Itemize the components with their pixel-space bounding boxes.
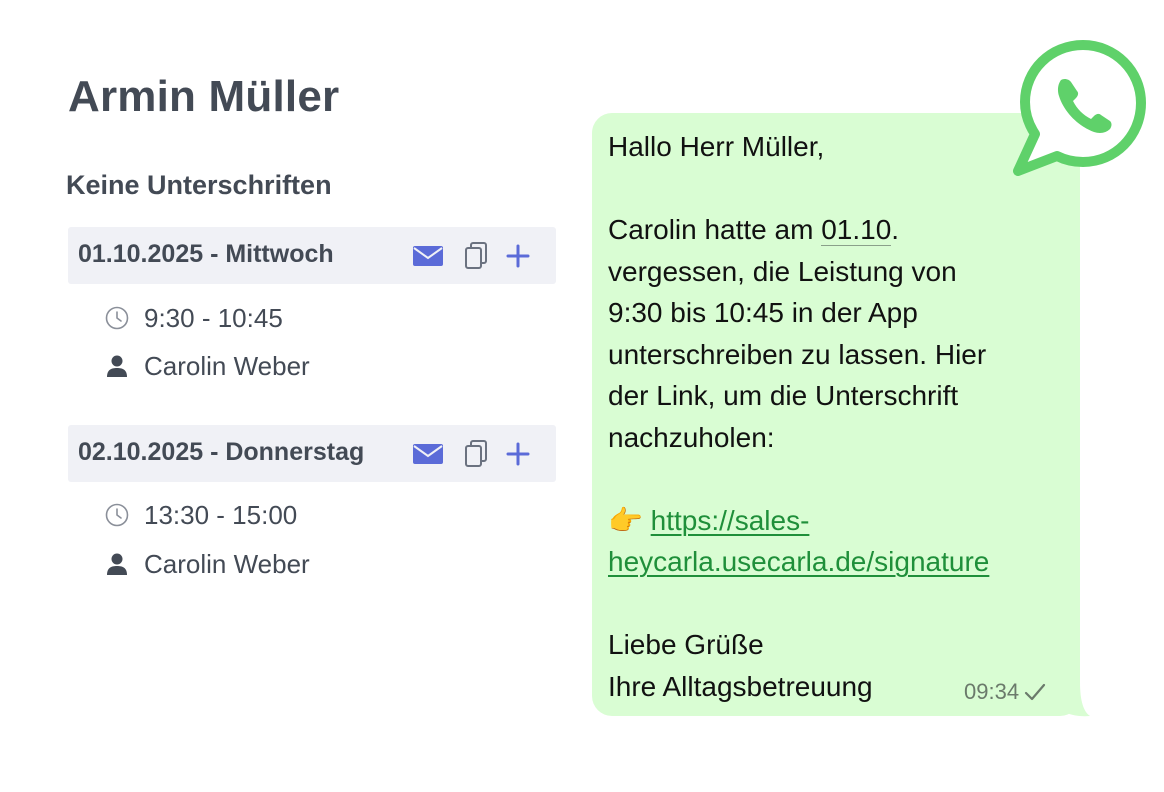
day-title: 01.10.2025 - Mittwoch bbox=[78, 240, 334, 268]
message-timestamp: 09:34 bbox=[964, 679, 1046, 705]
signature-status: Keine Unterschriften bbox=[66, 170, 332, 200]
message-line: der Link, um die Unterschrift bbox=[608, 380, 959, 411]
caregiver-row: Carolin Weber bbox=[104, 351, 310, 381]
mail-icon[interactable] bbox=[410, 425, 446, 482]
copy-icon[interactable] bbox=[458, 425, 494, 482]
message-line: 9:30 bis 10:45 in der App bbox=[608, 297, 918, 328]
appointment-time-row: 13:30 - 15:00 bbox=[104, 500, 297, 530]
message-line: vergessen, die Leistung von bbox=[608, 255, 957, 287]
caregiver-name: Carolin Weber bbox=[144, 350, 310, 381]
message-line: unterschreiben zu lassen. Hier bbox=[608, 338, 987, 370]
signature-link[interactable]: https://sales- bbox=[651, 505, 810, 536]
plus-icon[interactable] bbox=[500, 227, 536, 284]
message-link-line: heycarla.usecarla.de/signature bbox=[608, 541, 1068, 583]
whatsapp-icon bbox=[1013, 40, 1146, 176]
message-link-line: 👉 https://sales- bbox=[608, 500, 1068, 542]
plus-icon[interactable] bbox=[500, 425, 536, 482]
mail-icon[interactable] bbox=[410, 227, 446, 284]
message-greeting: Hallo Herr Müller, bbox=[608, 131, 825, 162]
appointment-time: 13:30 - 15:00 bbox=[144, 499, 298, 530]
caregiver-row: Carolin Weber bbox=[104, 549, 310, 579]
signature-link-continued[interactable]: heycarla.usecarla.de/signature bbox=[608, 546, 989, 577]
pointing-hand-icon: 👉 bbox=[608, 504, 643, 536]
signature-panel: Armin Müller Keine Unterschriften 01.10.… bbox=[0, 0, 580, 792]
message-text: Hallo Herr Müller, Carolin hatte am 01.1… bbox=[608, 126, 1068, 707]
person-icon bbox=[104, 551, 130, 577]
check-icon bbox=[1024, 683, 1046, 701]
message-line: nachzuholen: bbox=[608, 421, 775, 453]
message-date[interactable]: 01.10 bbox=[821, 214, 892, 246]
clock-icon bbox=[104, 305, 130, 331]
copy-icon[interactable] bbox=[458, 227, 494, 284]
day-header: 02.10.2025 - Donnerstag bbox=[68, 425, 556, 482]
appointment-time-row: 9:30 - 10:45 bbox=[104, 303, 283, 333]
caregiver-name: Carolin Weber bbox=[144, 548, 310, 579]
clock-icon bbox=[104, 502, 130, 528]
day-title: 02.10.2025 - Donnerstag bbox=[78, 438, 365, 466]
customer-name: Armin Müller bbox=[68, 72, 340, 121]
message-time: 09:34 bbox=[964, 679, 1020, 704]
day-header: 01.10.2025 - Mittwoch bbox=[68, 227, 556, 284]
appointment-time: 9:30 - 10:45 bbox=[144, 302, 283, 333]
message-closing: Liebe Grüße bbox=[608, 629, 764, 660]
message-line: Carolin hatte am 01.10. bbox=[608, 214, 900, 246]
person-icon bbox=[104, 353, 130, 379]
